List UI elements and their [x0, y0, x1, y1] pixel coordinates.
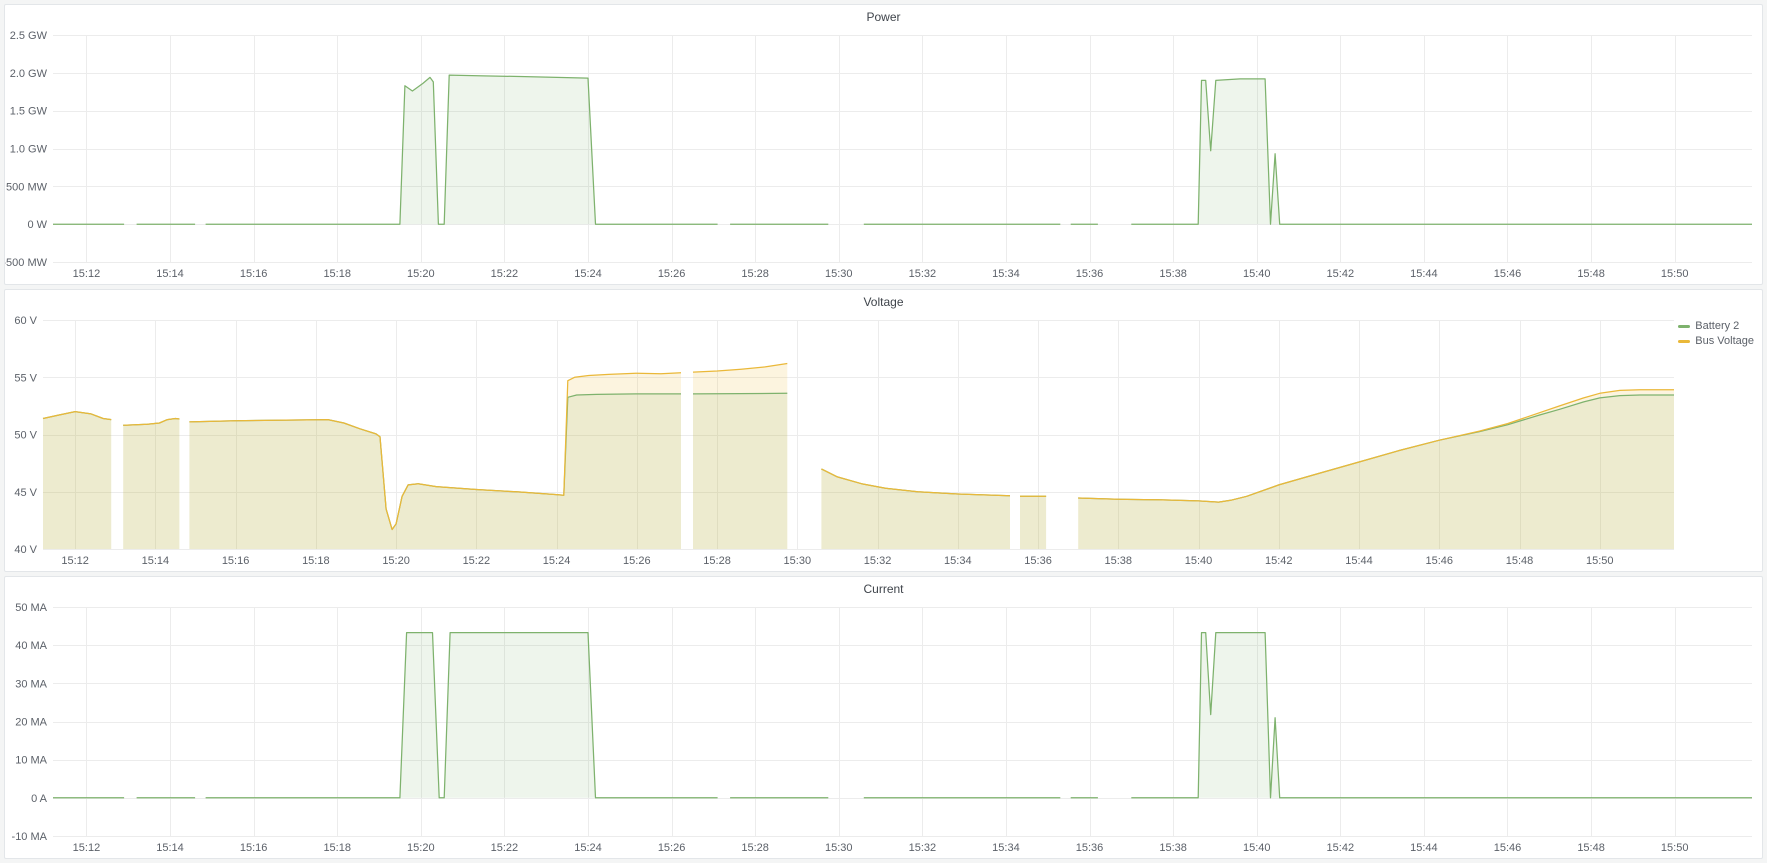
svg-text:15:36: 15:36 [1076, 842, 1104, 854]
svg-text:15:22: 15:22 [491, 842, 519, 854]
svg-text:15:38: 15:38 [1159, 268, 1187, 280]
svg-text:15:40: 15:40 [1243, 842, 1271, 854]
svg-text:15:12: 15:12 [73, 842, 101, 854]
svg-text:15:38: 15:38 [1159, 842, 1187, 854]
svg-text:15:42: 15:42 [1327, 842, 1355, 854]
svg-text:30 MA: 30 MA [15, 678, 47, 690]
svg-text:15:28: 15:28 [741, 842, 769, 854]
svg-text:15:44: 15:44 [1410, 268, 1438, 280]
svg-text:15:20: 15:20 [382, 555, 410, 567]
svg-text:15:34: 15:34 [944, 555, 972, 567]
svg-text:15:24: 15:24 [574, 842, 602, 854]
power-chart[interactable]: 15:12 15:14 15:16 15:18 15:20 15:22 15:24 15:26… [5, 27, 1762, 284]
svg-text:15:32: 15:32 [864, 555, 892, 567]
svg-text:50 MA: 50 MA [15, 602, 47, 614]
svg-text:15:12: 15:12 [61, 555, 89, 567]
svg-text:55 V: 55 V [14, 372, 37, 384]
svg-text:15:24: 15:24 [574, 268, 602, 280]
svg-text:15:50: 15:50 [1586, 555, 1614, 567]
svg-text:15:28: 15:28 [703, 555, 731, 567]
svg-text:15:30: 15:30 [825, 268, 853, 280]
svg-text:15:26: 15:26 [623, 555, 651, 567]
power-panel-title[interactable]: Power [5, 5, 1762, 27]
svg-text:500 MW: 500 MW [6, 181, 48, 193]
svg-text:0 A: 0 A [31, 793, 48, 805]
legend-label: Battery 2 [1695, 320, 1739, 332]
svg-text:15:14: 15:14 [156, 842, 184, 854]
svg-text:15:20: 15:20 [407, 842, 435, 854]
svg-text:15:14: 15:14 [156, 268, 184, 280]
svg-text:15:50: 15:50 [1661, 842, 1689, 854]
svg-text:50 V: 50 V [14, 430, 37, 442]
legend-item-battery-2[interactable]: Battery 2 [1678, 320, 1739, 332]
svg-text:15:48: 15:48 [1577, 842, 1605, 854]
svg-text:15:16: 15:16 [222, 555, 250, 567]
svg-text:15:16: 15:16 [240, 842, 268, 854]
svg-text:15:42: 15:42 [1265, 555, 1293, 567]
svg-text:15:40: 15:40 [1243, 268, 1271, 280]
svg-text:2.5 GW: 2.5 GW [10, 30, 48, 42]
svg-text:40 MA: 40 MA [15, 640, 47, 652]
power-chart-area: 15:12 15:14 15:16 15:18 15:20 15:22 15:24 15:26… [5, 27, 1762, 284]
svg-text:15:44: 15:44 [1345, 555, 1373, 567]
svg-text:15:28: 15:28 [741, 268, 769, 280]
svg-text:0 W: 0 W [27, 219, 47, 231]
svg-text:15:46: 15:46 [1494, 268, 1522, 280]
voltage-panel-title[interactable]: Voltage [5, 290, 1762, 312]
svg-text:1.0 GW: 1.0 GW [10, 144, 48, 156]
svg-text:15:14: 15:14 [142, 555, 170, 567]
svg-text:15:46: 15:46 [1494, 842, 1522, 854]
dashboard: Power 15:12 15:14 15:16 15:18 15:20 15:22 15:2… [0, 0, 1767, 863]
svg-text:15:48: 15:48 [1577, 268, 1605, 280]
svg-text:2.0 GW: 2.0 GW [10, 68, 48, 80]
current-panel: Current 15:1215:1415:1615:1815:2015:2215… [4, 576, 1763, 859]
svg-text:15:46: 15:46 [1426, 555, 1454, 567]
voltage-legend: Battery 2 Bus Voltage [1678, 320, 1754, 347]
svg-text:15:50: 15:50 [1661, 268, 1689, 280]
svg-text:45 V: 45 V [14, 487, 37, 499]
svg-text:15:18: 15:18 [323, 268, 351, 280]
legend-swatch-icon [1678, 340, 1690, 343]
svg-text:15:44: 15:44 [1410, 842, 1438, 854]
svg-text:15:18: 15:18 [323, 842, 351, 854]
svg-text:-10 MA: -10 MA [12, 831, 48, 843]
svg-text:60 V: 60 V [14, 315, 37, 327]
svg-text:15:22: 15:22 [491, 268, 519, 280]
voltage-panel: Voltage 15:1215:1415:1615:1815:2015:2215… [4, 289, 1763, 572]
svg-text:15:34: 15:34 [992, 268, 1020, 280]
svg-text:15:26: 15:26 [658, 268, 686, 280]
svg-text:15:24: 15:24 [543, 555, 571, 567]
svg-text:15:36: 15:36 [1024, 555, 1052, 567]
svg-text:15:22: 15:22 [463, 555, 491, 567]
svg-text:10 MA: 10 MA [15, 755, 47, 767]
voltage-chart-area: 15:12 15:14 15:16 15:18 15:20 15:22 15:24 15:26… [5, 312, 1762, 571]
legend-item-bus-voltage[interactable]: Bus Voltage [1678, 335, 1754, 347]
svg-text:15:18: 15:18 [302, 555, 330, 567]
current-chart[interactable]: 15:12 15:14 15:16 15:18 15:20 15:22 15:24 15:26… [5, 599, 1762, 858]
svg-text:15:20: 15:20 [407, 268, 435, 280]
svg-text:15:12: 15:12 [73, 268, 101, 280]
svg-text:15:42: 15:42 [1327, 268, 1355, 280]
svg-text:15:34: 15:34 [992, 842, 1020, 854]
legend-swatch-icon [1678, 325, 1690, 328]
svg-text:15:38: 15:38 [1105, 555, 1133, 567]
svg-text:15:32: 15:32 [909, 268, 937, 280]
svg-text:15:40: 15:40 [1185, 555, 1213, 567]
power-panel: Power 15:12 15:14 15:16 15:18 15:20 15:22 15:2… [4, 4, 1763, 285]
svg-text:15:16: 15:16 [240, 268, 268, 280]
voltage-chart[interactable]: 15:12 15:14 15:16 15:18 15:20 15:22 15:24 15:26… [5, 312, 1762, 571]
svg-text:40 V: 40 V [14, 544, 37, 556]
svg-text:15:36: 15:36 [1076, 268, 1104, 280]
current-panel-title[interactable]: Current [5, 577, 1762, 599]
legend-label: Bus Voltage [1695, 335, 1754, 347]
svg-text:15:48: 15:48 [1506, 555, 1534, 567]
svg-text:1.5 GW: 1.5 GW [10, 106, 48, 118]
current-chart-area: 15:12 15:14 15:16 15:18 15:20 15:22 15:24 15:26… [5, 599, 1762, 858]
svg-text:15:30: 15:30 [825, 842, 853, 854]
svg-text:-500 MW: -500 MW [5, 257, 48, 269]
svg-text:15:32: 15:32 [909, 842, 937, 854]
svg-text:15:26: 15:26 [658, 842, 686, 854]
svg-text:20 MA: 20 MA [15, 717, 47, 729]
svg-text:15:30: 15:30 [784, 555, 812, 567]
